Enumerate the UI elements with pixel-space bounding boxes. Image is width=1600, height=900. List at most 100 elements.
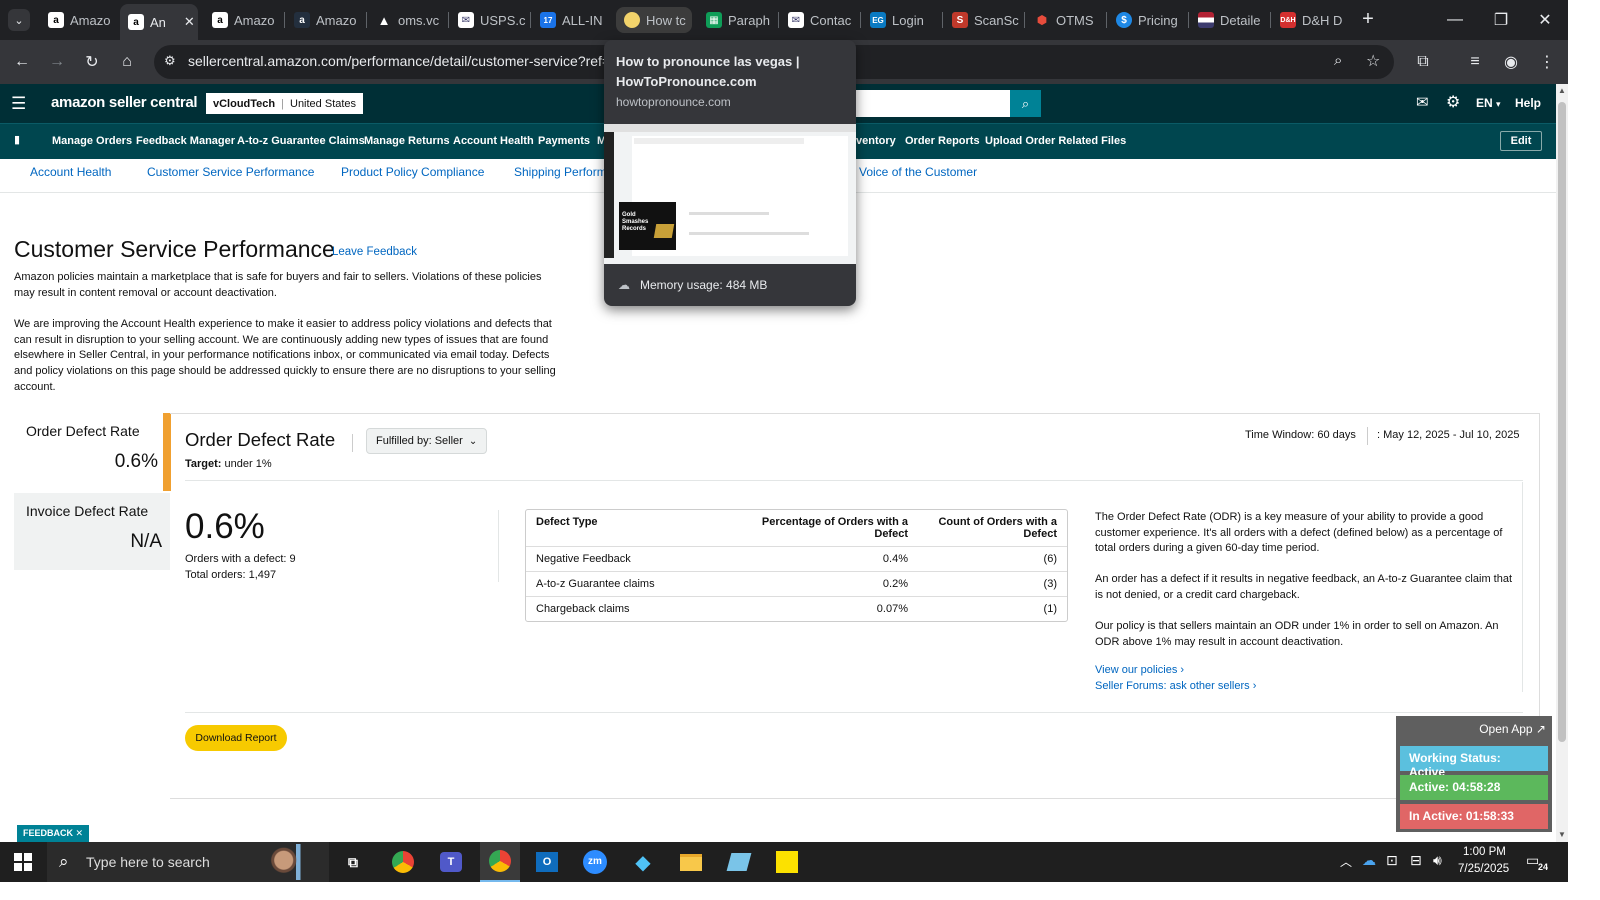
- taskbar-search-box[interactable]: ⌕ Type here to search: [47, 842, 329, 882]
- close-icon[interactable]: ✕: [76, 828, 84, 838]
- browser-tab[interactable]: S ScanSc: [944, 5, 1020, 35]
- subnav-voice-of-customer[interactable]: Voice of the Customer: [859, 165, 977, 179]
- seller-forums-link[interactable]: Seller Forums: ask other sellers ›: [1095, 680, 1256, 692]
- outlook-icon[interactable]: O: [532, 848, 562, 876]
- show-hidden-icons-chevron-icon[interactable]: ︿: [1340, 853, 1352, 870]
- account-switcher[interactable]: vCloudTech | United States: [206, 93, 364, 114]
- download-report-button[interactable]: Download Report: [185, 725, 287, 751]
- subnav-customer-service-performance[interactable]: Customer Service Performance: [147, 165, 314, 179]
- odr-big-value: 0.6%: [185, 507, 265, 546]
- onedrive-icon[interactable]: ☁: [1362, 852, 1376, 869]
- browser-tab[interactable]: EG Login: [862, 5, 938, 35]
- browser-tab[interactable]: a Amazo: [286, 5, 362, 35]
- site-info-icon[interactable]: ⚙: [164, 53, 176, 69]
- browser-tab[interactable]: a Amazo: [40, 5, 116, 35]
- browser-tab[interactable]: D&H D&H D: [1272, 5, 1348, 35]
- nav-account-health[interactable]: Account Health: [453, 135, 534, 147]
- open-app-button[interactable]: Open App ↗: [1479, 722, 1546, 736]
- browser-tab[interactable]: ⬢ OTMS: [1026, 5, 1102, 35]
- tab-separator: [530, 12, 531, 28]
- sticky-notes-icon[interactable]: [772, 848, 802, 876]
- browser-tab-hovered[interactable]: How tc: [616, 7, 692, 33]
- zoom-app-icon[interactable]: zm: [580, 848, 610, 876]
- minimize-icon[interactable]: —: [1432, 0, 1478, 40]
- scroll-down-arrow-icon[interactable]: ▼: [1558, 830, 1566, 839]
- chrome-icon[interactable]: [388, 848, 418, 876]
- edit-nav-button[interactable]: Edit: [1500, 131, 1542, 151]
- close-window-icon[interactable]: ✕: [1522, 0, 1568, 40]
- nav-atoz-claims[interactable]: A-to-z Guarantee Claims: [237, 135, 365, 147]
- search-input[interactable]: [856, 90, 1010, 117]
- app-diamond-icon[interactable]: ◆: [628, 848, 658, 876]
- howtopronounce-icon: [624, 12, 640, 28]
- restore-icon[interactable]: ❐: [1478, 0, 1524, 40]
- profile-icon[interactable]: ◉: [1497, 48, 1525, 76]
- task-view-icon[interactable]: ⧉: [338, 848, 368, 876]
- browser-tab[interactable]: ▦ Paraph: [698, 5, 774, 35]
- nav-manage-returns[interactable]: Manage Returns: [364, 135, 450, 147]
- mail-icon[interactable]: ✉: [1416, 93, 1429, 111]
- extensions-icon[interactable]: ⧉: [1409, 48, 1437, 76]
- page-scrollbar[interactable]: ▲ ▼: [1556, 84, 1568, 842]
- scroll-up-arrow-icon[interactable]: ▲: [1558, 86, 1566, 95]
- network-icon[interactable]: ⊟: [1410, 852, 1422, 869]
- browser-tab[interactable]: ▲ oms.vc: [368, 5, 444, 35]
- subnav-shipping-performance[interactable]: Shipping Perform: [514, 165, 607, 179]
- browser-tab[interactable]: 17 ALL-IN: [532, 5, 608, 35]
- browser-tab-active[interactable]: a An ✕: [120, 4, 198, 40]
- clock-time[interactable]: 1:00 PM: [1463, 846, 1506, 858]
- chrome-active-icon[interactable]: [480, 842, 520, 882]
- tab-search-chevron-icon[interactable]: ⌄: [8, 9, 30, 31]
- language-selector[interactable]: EN ▾: [1476, 96, 1501, 110]
- windows-start-icon[interactable]: [14, 853, 32, 871]
- subnav-product-policy[interactable]: Product Policy Compliance: [341, 165, 484, 179]
- bookmark-star-icon[interactable]: ☆: [1366, 51, 1380, 71]
- metric-card-idr[interactable]: Invoice Defect Rate N/A: [14, 493, 170, 570]
- app-tablet-icon[interactable]: [724, 848, 754, 876]
- help-link[interactable]: Help: [1515, 96, 1541, 110]
- close-tab-icon[interactable]: ✕: [184, 14, 195, 30]
- teams-icon[interactable]: T: [436, 848, 466, 876]
- nav-inventory[interactable]: ventory: [856, 135, 896, 147]
- clock-date[interactable]: 7/25/2025: [1458, 863, 1509, 875]
- seller-central-logo[interactable]: amazon seller central: [51, 94, 198, 111]
- settings-gear-icon[interactable]: ⚙: [1446, 92, 1460, 112]
- browser-tab[interactable]: ✉ USPS.c: [450, 5, 526, 35]
- tab-separator: [366, 12, 367, 28]
- volume-icon[interactable]: 🔊︎: [1433, 852, 1442, 869]
- nav-upload-order-files[interactable]: Upload Order Related Files: [985, 135, 1126, 147]
- nav-manage-orders[interactable]: Manage Orders: [52, 135, 132, 147]
- hamburger-menu-icon[interactable]: ☰: [11, 94, 26, 114]
- forward-icon[interactable]: →: [43, 48, 71, 76]
- browser-tab[interactable]: $ Pricing: [1108, 5, 1184, 35]
- marketplace-name: United States: [290, 97, 357, 110]
- browser-tab[interactable]: a Amazo: [204, 5, 280, 35]
- bookmark-icon[interactable]: ▮: [14, 133, 20, 146]
- browser-tab[interactable]: ✉ Contac: [780, 5, 856, 35]
- view-policies-link[interactable]: View our policies ›: [1095, 664, 1184, 676]
- defect-count-cell: (6): [918, 546, 1067, 572]
- zoom-icon[interactable]: ⌕: [1334, 52, 1342, 69]
- nav-feedback-manager[interactable]: Feedback Manager: [136, 135, 235, 147]
- pricing-icon: $: [1116, 12, 1132, 28]
- leave-feedback-link[interactable]: Leave Feedback: [332, 246, 417, 258]
- nav-order-reports[interactable]: Order Reports: [905, 135, 980, 147]
- media-icon[interactable]: ≡: [1461, 48, 1489, 76]
- defect-type-cell: A-to-z Guarantee claims: [526, 571, 721, 597]
- file-explorer-icon[interactable]: [676, 848, 706, 876]
- tray-app-icon[interactable]: ⊡: [1386, 852, 1398, 869]
- metric-card-odr[interactable]: Order Defect Rate 0.6%: [14, 413, 170, 491]
- back-icon[interactable]: ←: [8, 48, 36, 76]
- browser-tab[interactable]: Detaile: [1190, 5, 1266, 35]
- reload-icon[interactable]: ↻: [78, 48, 106, 76]
- new-tab-icon[interactable]: +: [1356, 8, 1380, 32]
- fulfillment-filter-dropdown[interactable]: Fulfilled by: Seller ⌄: [366, 428, 488, 454]
- home-icon[interactable]: ⌂: [113, 48, 141, 76]
- nav-payments[interactable]: Payments: [538, 135, 590, 147]
- menu-icon[interactable]: ⋮: [1533, 48, 1561, 76]
- scrollbar-thumb[interactable]: [1558, 102, 1566, 742]
- search-button[interactable]: ⌕: [1010, 90, 1041, 117]
- url-text[interactable]: sellercentral.amazon.com/performance/det…: [188, 53, 610, 69]
- feedback-tab[interactable]: FEEDBACK ✕: [17, 825, 90, 842]
- subnav-account-health[interactable]: Account Health: [30, 165, 111, 179]
